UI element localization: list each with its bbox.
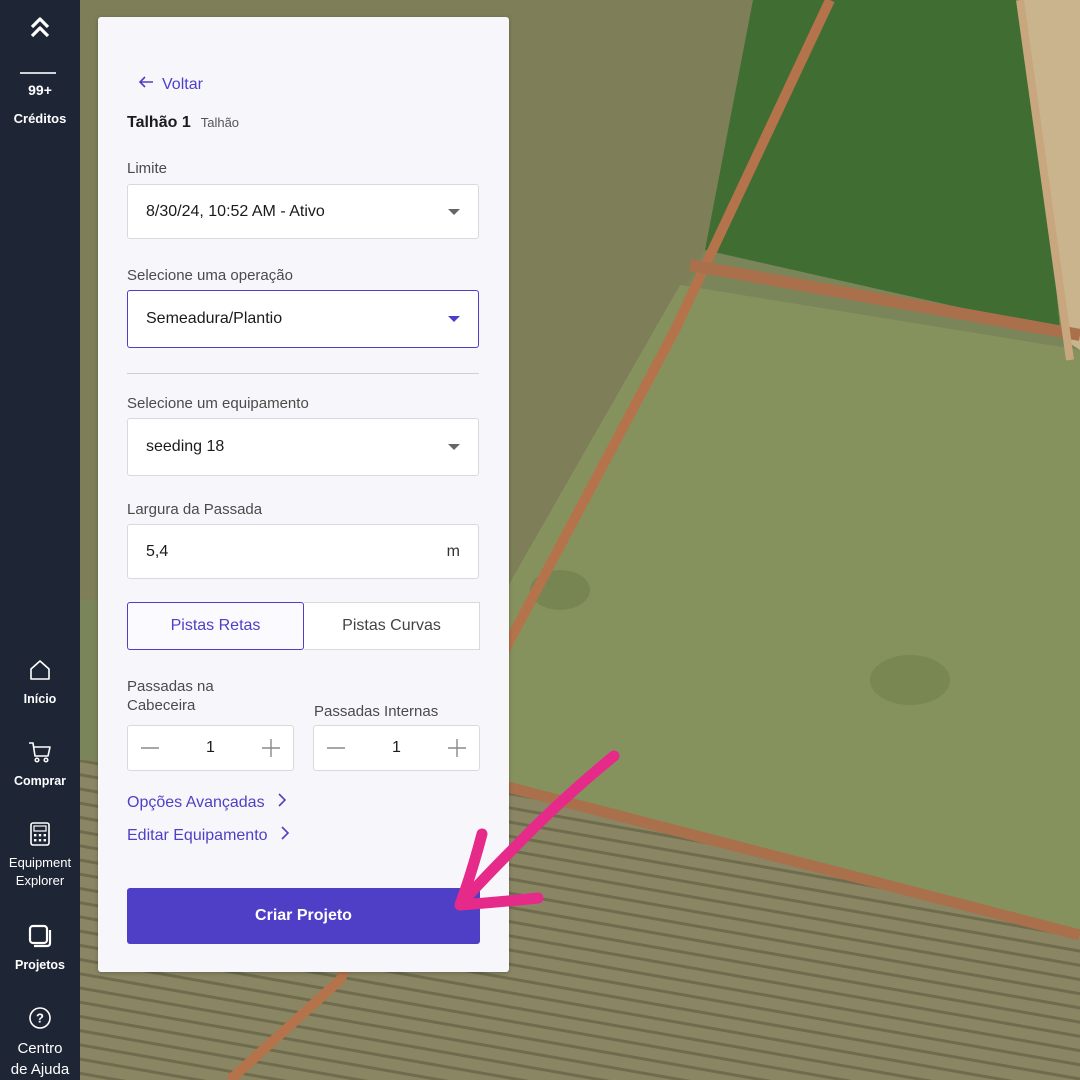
back-link[interactable]: Voltar	[138, 75, 203, 94]
limit-label: Limite	[127, 160, 168, 177]
tab-pistas-curvas[interactable]: Pistas Curvas	[304, 602, 480, 650]
advanced-options-label: Opções Avançadas	[127, 793, 265, 811]
minus-icon[interactable]	[324, 736, 348, 760]
sidebar-item-comprar[interactable]: Comprar	[0, 738, 80, 790]
limit-select[interactable]: 8/30/24, 10:52 AM - Ativo	[127, 184, 479, 239]
operation-select[interactable]: Semeadura/Plantio	[127, 290, 479, 348]
svg-text:?: ?	[36, 1011, 44, 1026]
section-divider	[127, 373, 479, 374]
sidebar-item-projetos[interactable]: Projetos	[0, 922, 80, 974]
calculator-icon	[26, 820, 54, 848]
inner-passes-stepper[interactable]: 1	[313, 725, 480, 771]
sidebar-item-equipment-explorer[interactable]: Equipment Explorer	[0, 820, 80, 890]
sidebar-item-label: Comprar	[13, 774, 67, 788]
home-icon	[26, 656, 54, 684]
tab-pistas-retas[interactable]: Pistas Retas	[127, 602, 304, 650]
caret-down-icon	[448, 208, 460, 215]
sidebar-divider	[20, 72, 56, 74]
sidebar-item-inicio[interactable]: Início	[0, 656, 80, 708]
edit-equipment-link[interactable]: Editar Equipamento	[127, 825, 290, 846]
create-project-panel: Voltar Talhão 1 Talhão Limite 8/30/24, 1…	[98, 17, 509, 972]
plus-icon[interactable]	[445, 736, 469, 760]
page-title: Talhão 1	[127, 114, 191, 131]
arrow-left-icon	[138, 75, 154, 94]
credits-count[interactable]: 99+	[0, 82, 80, 98]
chevron-right-icon	[280, 825, 290, 846]
help-icon: ?	[26, 1004, 54, 1032]
projects-icon	[26, 922, 54, 950]
minus-icon[interactable]	[138, 736, 162, 760]
chevron-right-icon	[277, 792, 287, 813]
left-sidebar: 99+ Créditos Início Comprar Equipment Ex…	[0, 0, 80, 1080]
operation-label: Selecione uma operação	[127, 267, 293, 284]
caret-down-icon	[448, 316, 460, 322]
sidebar-item-label: Início	[23, 692, 57, 706]
equipment-label: Selecione um equipamento	[127, 395, 309, 412]
width-value: 5,4	[146, 542, 169, 560]
operation-value: Semeadura/Plantio	[146, 310, 283, 327]
sidebar-item-label: Projetos	[14, 958, 65, 972]
limit-value: 8/30/24, 10:52 AM - Ativo	[146, 202, 325, 220]
headland-passes-value: 1	[206, 739, 215, 756]
advanced-options-link[interactable]: Opções Avançadas	[127, 792, 287, 813]
app-logo-icon[interactable]	[0, 14, 80, 54]
edit-equipment-label: Editar Equipamento	[127, 826, 268, 844]
equipment-value: seeding 18	[146, 438, 225, 455]
create-project-button[interactable]: Criar Projeto	[127, 888, 480, 944]
cart-icon	[26, 738, 54, 766]
inner-passes-label: Passadas Internas	[314, 703, 439, 720]
plus-icon[interactable]	[259, 736, 283, 760]
back-label: Voltar	[162, 75, 203, 93]
sidebar-item-label: Equipment Explorer	[8, 855, 72, 888]
sidebar-item-label: Centro de Ajuda	[10, 1040, 70, 1078]
page-subtitle: Talhão	[200, 115, 240, 130]
headland-passes-label: Passadas na Cabeceira	[127, 678, 214, 714]
equipment-select[interactable]: seeding 18	[127, 418, 479, 476]
track-mode-toggle: Pistas Retas Pistas Curvas	[127, 602, 480, 650]
caret-down-icon	[448, 444, 460, 450]
sidebar-item-centro-de-ajuda[interactable]: ? Centro de Ajuda	[0, 1004, 80, 1080]
field-title: Talhão 1 Talhão	[127, 114, 239, 132]
inner-passes-value: 1	[392, 739, 401, 756]
credits-label[interactable]: Créditos	[0, 111, 80, 126]
headland-passes-stepper[interactable]: 1	[127, 725, 294, 771]
width-unit: m	[446, 542, 460, 560]
width-label: Largura da Passada	[127, 501, 263, 518]
width-input[interactable]: 5,4 m	[127, 524, 479, 579]
